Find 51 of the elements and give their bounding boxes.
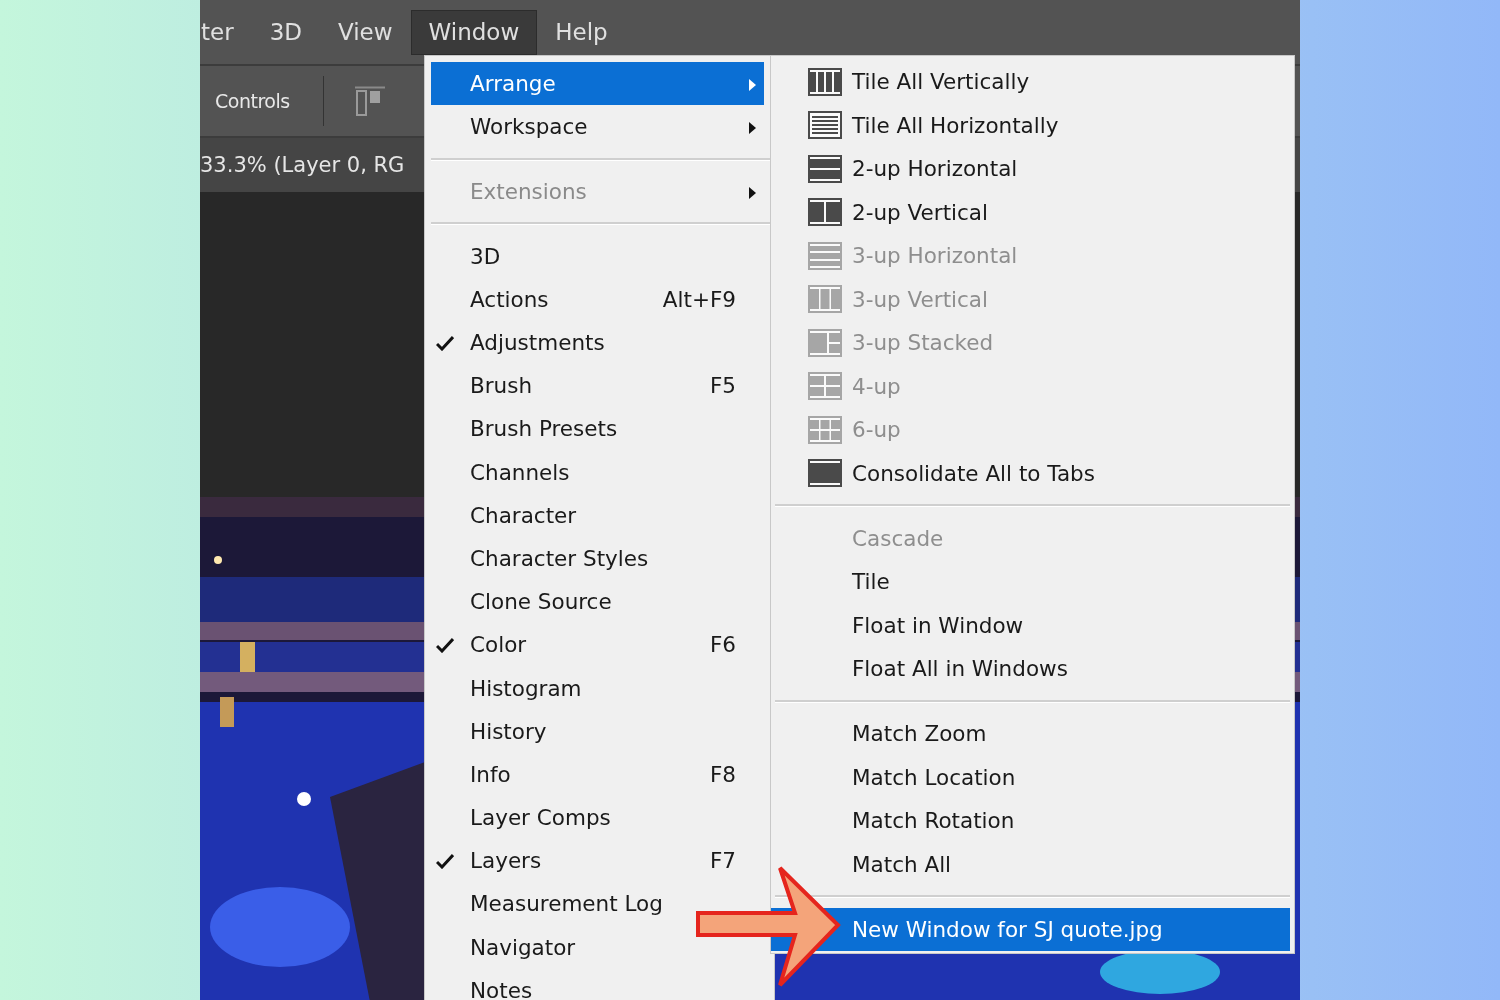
menu-item[interactable]: History (431, 709, 551, 753)
menu-item[interactable]: Tile All Vertically (771, 60, 1290, 104)
menu-item[interactable]: Layer Comps (431, 796, 615, 840)
menu-item[interactable]: Brush F5 (431, 364, 764, 408)
menu-item[interactable]: Float All in Windows (771, 647, 1290, 691)
menu-item[interactable]: 2-up Horizontal (771, 147, 1290, 191)
menu-item[interactable]: Match All (771, 842, 1290, 886)
menu-item[interactable]: Character Styles (431, 536, 653, 581)
menu-item[interactable]: Workspace (431, 105, 764, 149)
layout-icon (808, 241, 842, 270)
menu-item[interactable]: Measurement Log (431, 882, 667, 926)
menu-item[interactable]: Match Zoom (771, 712, 1290, 756)
menu-bar-item[interactable]: Help (537, 9, 626, 55)
menu-item[interactable]: Consolidate All to Tabs (771, 451, 1290, 495)
layout-icon (808, 328, 842, 357)
menu-item[interactable]: Tile (771, 560, 1290, 604)
menu-item[interactable]: Layers F7 (431, 839, 764, 883)
document-tab[interactable]: 33.3% (Layer 0, RG (200, 153, 405, 177)
menu-item[interactable]: 3D (431, 234, 505, 278)
layout-icon (808, 154, 842, 183)
layout-icon (808, 198, 842, 227)
menu-item[interactable]: 2-up Vertical (771, 190, 1290, 234)
menu-item[interactable]: Histogram (431, 666, 586, 710)
menu-item[interactable]: Arrange (431, 62, 764, 106)
align-top-icon[interactable] (353, 86, 386, 116)
menu-item[interactable]: Notes (431, 968, 537, 1000)
menu-item[interactable]: Actions Alt+F9 (431, 277, 764, 321)
menu-bar-item[interactable]: Window (410, 9, 538, 55)
layout-icon (808, 111, 842, 140)
options-label: Controls (215, 90, 290, 112)
menu-item[interactable]: Color F6 (431, 623, 764, 667)
menu-item[interactable]: Float in Window (771, 603, 1290, 647)
layout-icon (808, 415, 842, 444)
menu-bar-item[interactable]: ter (200, 9, 252, 55)
menu-item[interactable]: New Window for SJ quote.jpg (771, 907, 1290, 951)
menu-item[interactable]: Adjustments (431, 320, 609, 365)
menu-item[interactable]: Match Location (771, 755, 1290, 799)
layout-icon (808, 372, 842, 401)
menu-bar-item[interactable]: View (319, 9, 411, 55)
layout-icon (808, 67, 842, 96)
menu-item[interactable]: Tile All Horizontally (771, 103, 1290, 147)
layout-icon (808, 459, 842, 488)
menu-item[interactable]: Character (431, 493, 581, 537)
menu-item[interactable]: Info F8 (431, 752, 764, 796)
menu-item[interactable]: Channels (431, 450, 574, 494)
menu-item[interactable]: Brush Presets (431, 407, 622, 451)
menu-item[interactable]: Navigator (431, 925, 580, 969)
menu-item[interactable]: Clone Source (431, 580, 616, 624)
menu-bar-item[interactable]: 3D (251, 9, 320, 55)
menu-item[interactable]: Match Rotation (771, 799, 1290, 843)
layout-icon (808, 285, 842, 314)
